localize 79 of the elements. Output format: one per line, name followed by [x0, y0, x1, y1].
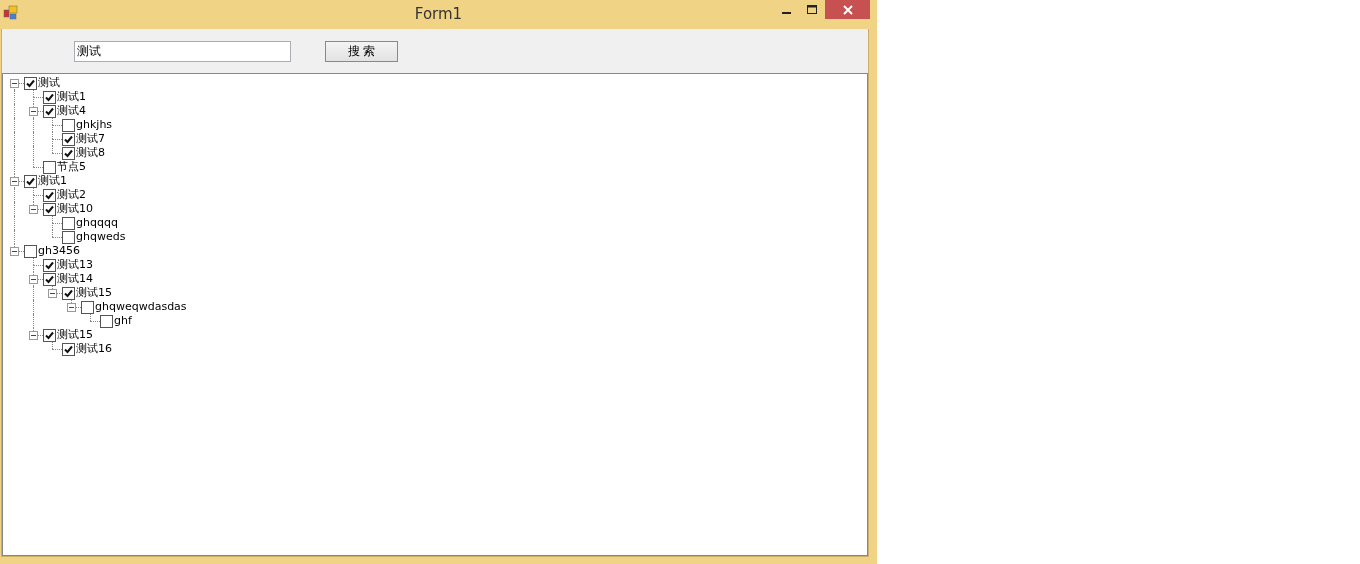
collapse-toggle[interactable]: [29, 205, 38, 214]
minus-box-icon: [10, 79, 19, 88]
checkbox[interactable]: [81, 300, 94, 314]
tree-node-label[interactable]: ghkjhs: [76, 118, 113, 132]
checkbox[interactable]: [62, 118, 75, 132]
tree-node-label[interactable]: 测试1: [57, 90, 86, 104]
maximize-icon: [806, 4, 818, 15]
tree-node-label[interactable]: ghqweqwdasdas: [95, 300, 187, 314]
checkbox[interactable]: [43, 328, 56, 342]
checkbox[interactable]: [24, 76, 37, 90]
search-button[interactable]: 搜 索: [325, 40, 398, 62]
check-icon: [63, 287, 74, 299]
check-icon: [44, 329, 55, 341]
checkbox[interactable]: [62, 286, 75, 300]
check-icon: [44, 259, 55, 271]
collapse-toggle[interactable]: [48, 289, 57, 298]
tree-node-label[interactable]: 测试15: [76, 286, 112, 300]
checkbox[interactable]: [62, 342, 75, 356]
tree-node-label[interactable]: 测试13: [57, 258, 93, 272]
minus-box-icon: [48, 289, 57, 298]
collapse-toggle[interactable]: [10, 247, 19, 256]
check-icon: [63, 147, 74, 159]
tree-node-label[interactable]: 测试4: [57, 104, 86, 118]
collapse-toggle[interactable]: [29, 331, 38, 340]
tree-node-label[interactable]: 测试15: [57, 328, 93, 342]
check-icon: [44, 203, 55, 215]
check-icon: [44, 273, 55, 285]
checkbox[interactable]: [100, 314, 113, 328]
check-icon: [63, 133, 74, 145]
checkbox[interactable]: [62, 230, 75, 244]
tree-node-label[interactable]: 测试8: [76, 146, 105, 160]
checkbox[interactable]: [43, 272, 56, 286]
tree-node-label[interactable]: ghqqqq: [76, 216, 118, 230]
checkbox[interactable]: [43, 202, 56, 216]
collapse-toggle[interactable]: [29, 107, 38, 116]
collapse-toggle[interactable]: [10, 177, 19, 186]
tree-node-label[interactable]: 测试7: [76, 132, 105, 146]
minus-box-icon: [29, 205, 38, 214]
check-icon: [25, 77, 36, 89]
tree-node-label[interactable]: 测试14: [57, 272, 93, 286]
checkbox[interactable]: [62, 132, 75, 146]
minus-box-icon: [29, 331, 38, 340]
minus-box-icon: [10, 247, 19, 256]
minimize-icon: [781, 11, 791, 14]
search-field[interactable]: 测试: [74, 40, 291, 62]
check-icon: [25, 175, 36, 187]
tree-node-label[interactable]: 测试16: [76, 342, 112, 356]
check-icon: [44, 91, 55, 103]
tree-node-label[interactable]: 测试: [38, 76, 60, 90]
check-icon: [63, 343, 74, 355]
window-title: Form1: [414, 4, 463, 23]
checkbox[interactable]: [43, 104, 56, 118]
tree-node-label[interactable]: gh3456: [38, 244, 80, 258]
minus-box-icon: [29, 275, 38, 284]
collapse-toggle[interactable]: [10, 79, 19, 88]
tree-node-label[interactable]: 测试1: [38, 174, 67, 188]
checkbox[interactable]: [24, 244, 37, 258]
collapse-toggle[interactable]: [67, 303, 76, 312]
tree-node-label[interactable]: ghqweds: [76, 230, 126, 244]
tree-node-label[interactable]: 节点5: [57, 160, 86, 174]
checkbox[interactable]: [62, 216, 75, 230]
collapse-toggle[interactable]: [29, 275, 38, 284]
checkbox[interactable]: [24, 174, 37, 188]
close-icon: [842, 4, 853, 15]
minus-box-icon: [67, 303, 76, 312]
close-button[interactable]: [825, 0, 870, 19]
minus-box-icon: [29, 107, 38, 116]
tree-node-label[interactable]: 测试2: [57, 188, 86, 202]
check-icon: [44, 189, 55, 201]
check-icon: [44, 105, 55, 117]
checkbox[interactable]: [43, 258, 56, 272]
checkbox[interactable]: [62, 146, 75, 160]
app-icon: [3, 5, 19, 21]
minus-box-icon: [10, 177, 19, 186]
checkbox[interactable]: [43, 90, 56, 104]
checkbox[interactable]: [43, 188, 56, 202]
tree-node-label[interactable]: ghf: [114, 314, 132, 328]
tree-node-label[interactable]: 测试10: [57, 202, 93, 216]
checkbox[interactable]: [43, 160, 56, 174]
